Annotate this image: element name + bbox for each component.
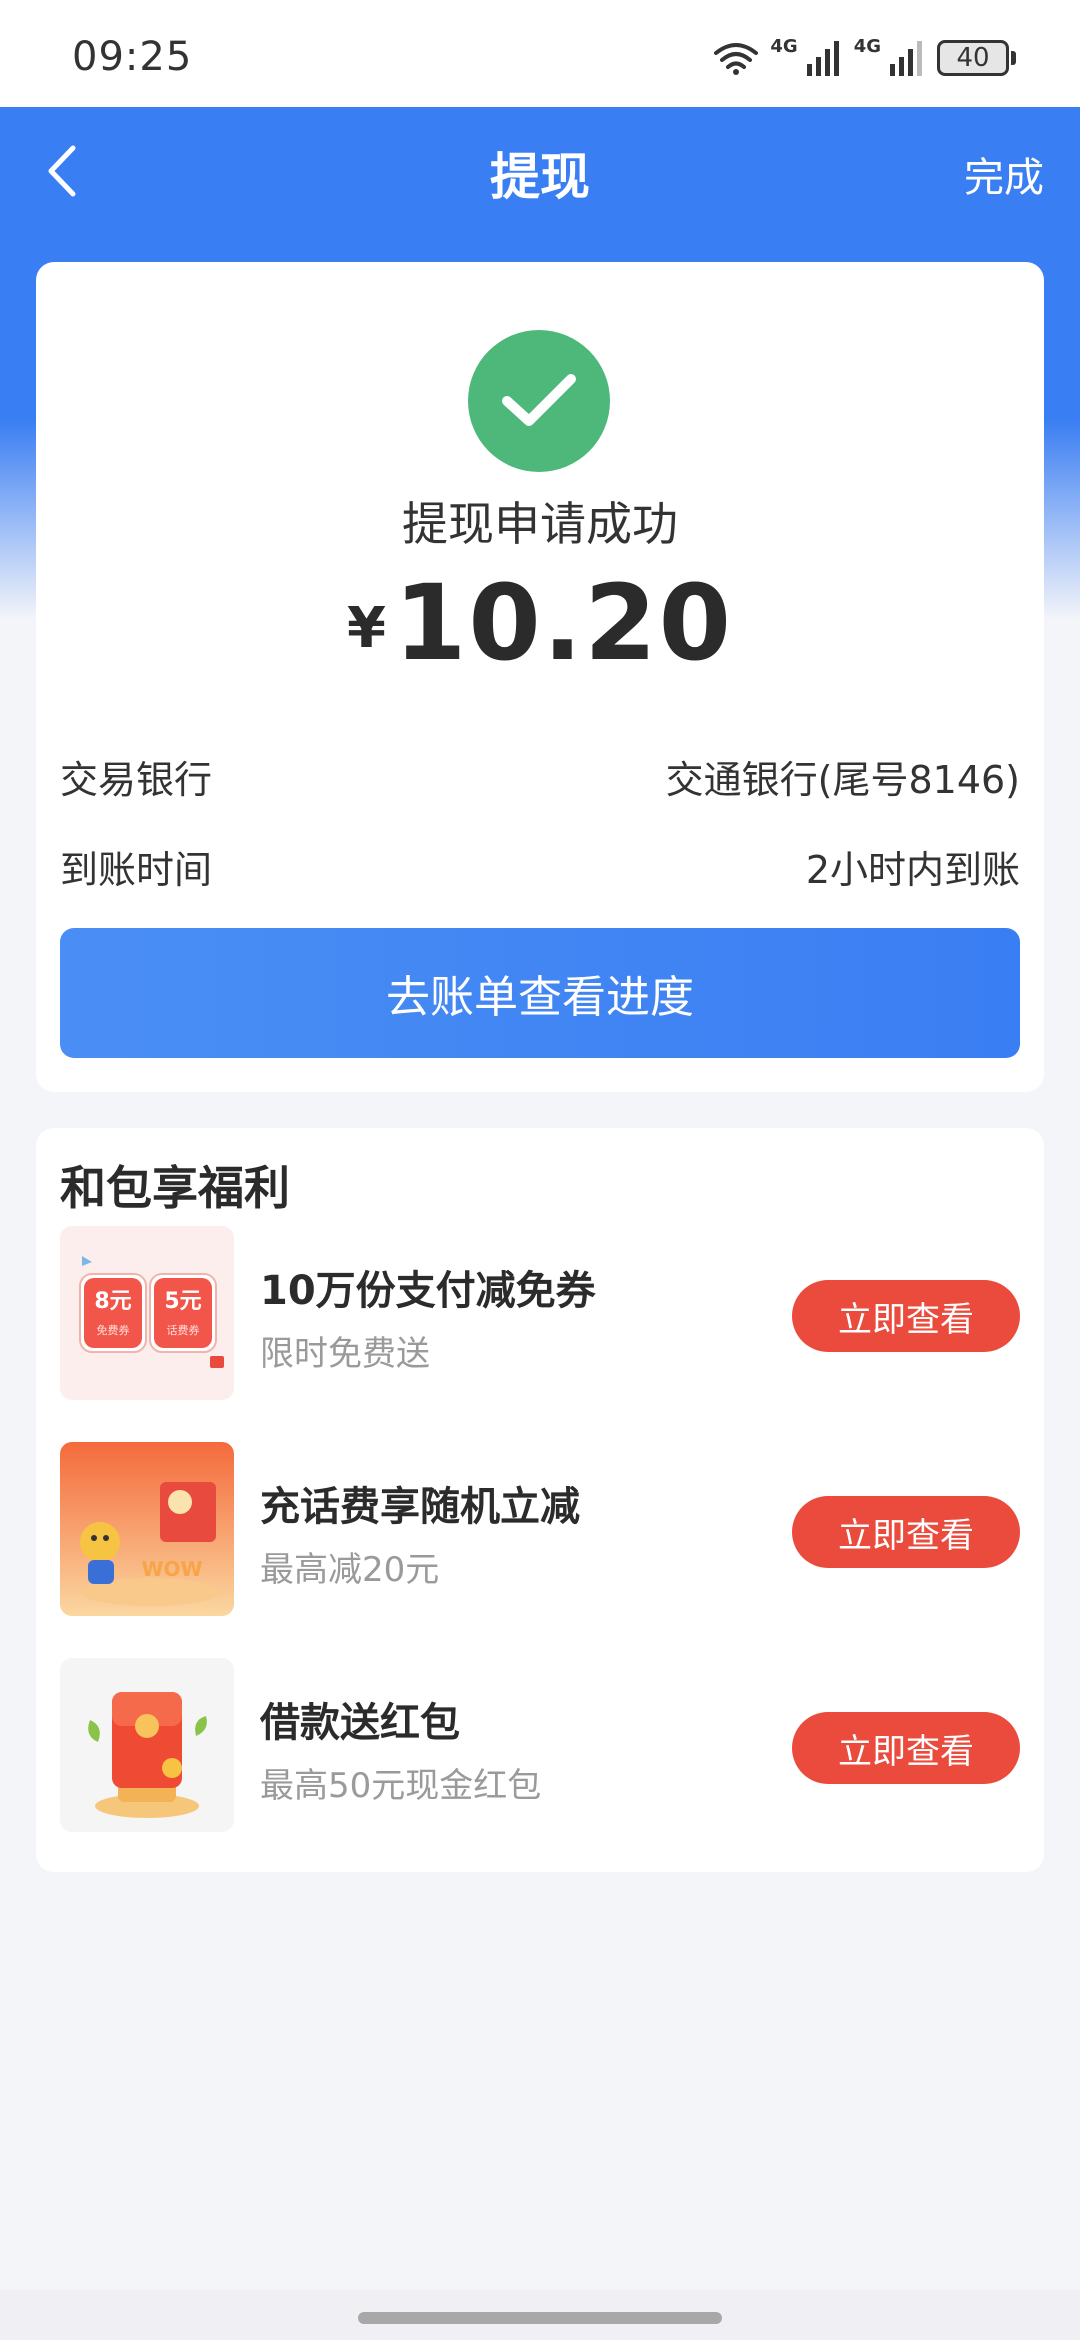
coupon-badge-sub-1: 免费券 <box>97 1323 130 1337</box>
benefit-title-coupon: 10万份支付减免券 <box>260 1268 596 1314</box>
topup-thumbnail: WOW <box>60 1442 234 1616</box>
success-check-icon <box>468 330 610 472</box>
benefit-title-loan: 借款送红包 <box>260 1700 460 1746</box>
benefit-subtitle-loan: 最高50元现金红包 <box>260 1766 542 1806</box>
benefit-subtitle-coupon: 限时免费送 <box>260 1334 430 1374</box>
battery-level: 40 <box>937 40 1009 76</box>
bank-row: 交易银行 交通银行(尾号8146) <box>60 746 1020 806</box>
status-bar: 09:25 4G 4G 40 <box>0 0 1080 107</box>
benefit-item-topup[interactable]: WOW 充话费享随机立减 最高减20元 立即查看 <box>60 1442 1020 1616</box>
success-text: 提现申请成功 <box>402 497 678 551</box>
bank-value: 交通银行(尾号8146) <box>665 757 1020 802</box>
network-label-2: 4G <box>853 35 881 57</box>
arrival-time-label: 到账时间 <box>60 847 213 892</box>
benefits-card: 和包享福利 8元 5元 免费券 话费券 10万份支付减免券 限时免费送 立即查看… <box>36 1128 1044 1872</box>
done-button[interactable]: 完成 <box>964 145 1044 203</box>
coupon-thumbnail: 8元 5元 免费券 话费券 <box>60 1226 234 1400</box>
signal-icon-1 <box>806 41 839 76</box>
signal-icon-2 <box>890 41 922 76</box>
home-indicator[interactable] <box>358 2312 722 2324</box>
currency-symbol: ¥ <box>347 596 386 661</box>
coupon-badge-8: 8元 <box>94 1289 131 1314</box>
benefit-item-coupon[interactable]: 8元 5元 免费券 话费券 10万份支付减免券 限时免费送 立即查看 <box>60 1226 1020 1400</box>
benefit-item-loan[interactable]: 借款送红包 最高50元现金红包 立即查看 <box>60 1658 1020 1832</box>
battery-icon: 40 <box>937 40 1016 76</box>
benefits-title: 和包享福利 <box>60 1161 290 1215</box>
withdraw-result-page: 09:25 4G 4G 40 提现 完成 提现申请成功 ¥10.20 交易银行 … <box>0 0 1080 2340</box>
status-time: 09:25 <box>72 34 193 80</box>
status-icons: 4G 4G 40 <box>714 36 1016 80</box>
withdraw-amount: ¥10.20 <box>36 562 1044 684</box>
arrival-time-value: 2小时内到账 <box>805 847 1020 892</box>
topup-thumb-text: WOW <box>141 1557 202 1581</box>
view-now-button-coupon[interactable]: 立即查看 <box>792 1280 1020 1352</box>
bank-label: 交易银行 <box>60 757 213 802</box>
coupon-badge-sub-2: 话费券 <box>167 1323 200 1337</box>
view-bill-progress-button[interactable]: 去账单查看进度 <box>60 928 1020 1058</box>
benefit-title-topup: 充话费享随机立减 <box>260 1484 580 1530</box>
red-envelope-thumbnail <box>60 1658 234 1832</box>
nav-bar: 提现 完成 <box>0 107 1080 235</box>
network-label-1: 4G <box>770 35 798 57</box>
benefit-subtitle-topup: 最高减20元 <box>260 1550 440 1590</box>
wifi-icon <box>714 43 759 75</box>
arrival-time-row: 到账时间 2小时内到账 <box>60 836 1020 896</box>
coupon-badge-5: 5元 <box>164 1289 201 1314</box>
view-now-button-topup[interactable]: 立即查看 <box>792 1496 1020 1568</box>
amount-value: 10.20 <box>394 562 733 684</box>
view-now-button-loan[interactable]: 立即查看 <box>792 1712 1020 1784</box>
result-card: 提现申请成功 ¥10.20 交易银行 交通银行(尾号8146) 到账时间 2小时… <box>36 262 1044 1092</box>
page-title: 提现 <box>490 148 590 206</box>
